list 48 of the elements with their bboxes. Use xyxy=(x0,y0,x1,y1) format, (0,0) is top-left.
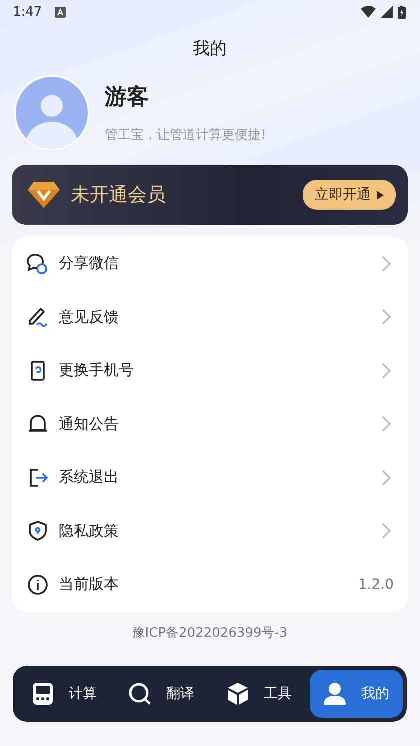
menu-label: 通知公告 xyxy=(59,414,119,434)
calculator-icon xyxy=(30,682,55,706)
menu-item[interactable]: 意见反馈 xyxy=(27,290,391,344)
menu-item[interactable]: 系统退出 xyxy=(27,451,391,504)
chevron-right-icon xyxy=(382,362,391,379)
play-triangle-icon xyxy=(377,190,384,200)
chat-bubbles-icon xyxy=(27,252,49,275)
wifi-icon xyxy=(361,6,376,18)
tagline: 管工宝，让管道计算更便捷! xyxy=(105,127,266,144)
menu-label: 系统退出 xyxy=(59,468,119,488)
signal-icon xyxy=(381,6,393,18)
membership-status: 未开通会员 xyxy=(71,183,166,208)
cube-icon xyxy=(226,682,250,706)
menu-item[interactable]: 更换手机号 xyxy=(27,344,391,398)
nav-tab[interactable]: 我的 xyxy=(310,670,403,718)
chevron-right-icon xyxy=(382,309,391,326)
nav-tab[interactable]: 工具 xyxy=(212,670,306,718)
nav-tab[interactable]: 计算 xyxy=(17,670,110,718)
version-row[interactable]: 当前版本 1.2.0 xyxy=(27,558,391,612)
user-name: 游客 xyxy=(105,84,149,112)
shield-icon xyxy=(27,520,49,542)
menu-item[interactable]: 通知公告 xyxy=(27,398,391,451)
chevron-right-icon xyxy=(382,470,391,486)
menu-label: 意见反馈 xyxy=(59,308,119,327)
pen-icon xyxy=(27,306,49,328)
person-icon xyxy=(323,682,348,706)
nav-tab[interactable]: 翻译 xyxy=(114,670,208,718)
version-number: 1.2.0 xyxy=(358,576,394,593)
menu-label: 隐私政策 xyxy=(59,522,119,541)
chevron-right-icon xyxy=(382,523,391,540)
logout-icon xyxy=(27,466,49,489)
menu-item[interactable]: 隐私政策 xyxy=(27,504,391,558)
activate-button[interactable]: 立即开通 xyxy=(303,180,396,210)
search-icon xyxy=(128,682,152,706)
info-icon xyxy=(27,574,49,596)
notification-icon xyxy=(55,6,66,18)
status-time: 1:47 xyxy=(13,4,42,20)
page-title: 我的 xyxy=(193,38,227,61)
menu-label: 当前版本 xyxy=(59,575,119,594)
menu-item[interactable]: 分享微信 xyxy=(27,237,391,290)
icp-license: 豫ICP备2022026399号-3 xyxy=(132,624,288,642)
battery-icon xyxy=(398,6,406,18)
diamond-icon xyxy=(27,181,61,209)
avatar-icon[interactable] xyxy=(13,74,91,152)
menu-label: 分享微信 xyxy=(59,254,119,274)
chevron-right-icon xyxy=(382,416,391,432)
menu-label: 更换手机号 xyxy=(59,361,134,380)
chevron-right-icon xyxy=(382,256,391,272)
